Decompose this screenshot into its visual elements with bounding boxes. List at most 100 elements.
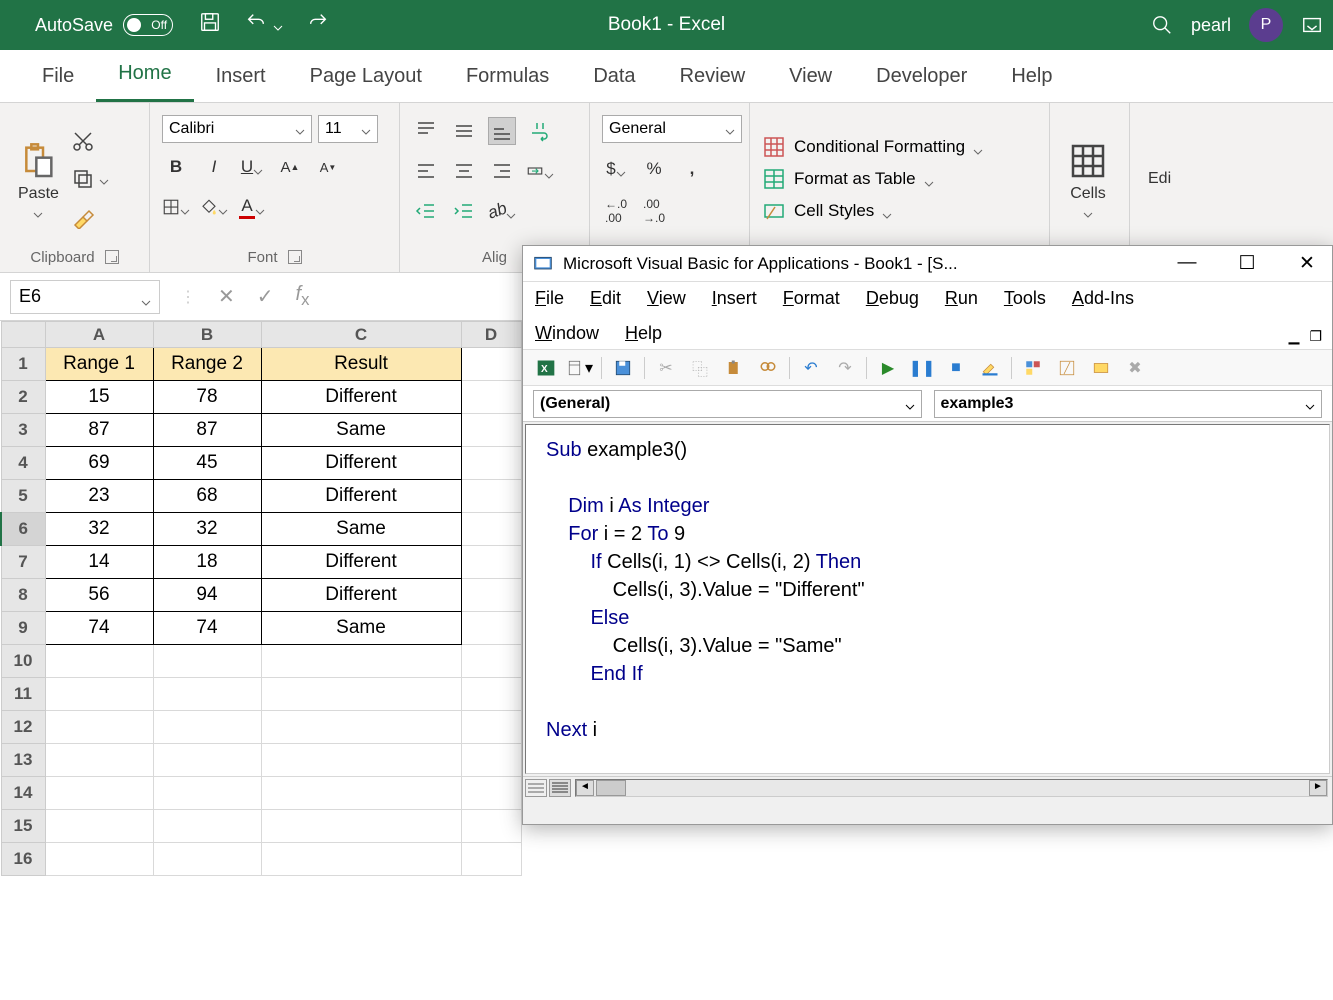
cell-B6[interactable]: 32 [153, 513, 261, 546]
vba-menu-edit[interactable]: Edit [590, 288, 621, 309]
font-launcher[interactable] [288, 250, 302, 264]
vba-menu-insert[interactable]: Insert [712, 288, 757, 309]
tab-insert[interactable]: Insert [194, 51, 288, 102]
cell-B3[interactable]: 87 [153, 414, 261, 447]
tab-home[interactable]: Home [96, 48, 193, 102]
copy-button[interactable]: ⿻ [687, 355, 713, 381]
run-button[interactable]: ▶ [875, 355, 901, 381]
row-header-1[interactable]: 1 [1, 348, 45, 381]
fill-color-button[interactable] [200, 193, 228, 221]
merge-button[interactable] [526, 157, 554, 185]
align-middle-button[interactable] [450, 117, 478, 145]
borders-button[interactable] [162, 193, 190, 221]
font-name-combo[interactable]: Calibri [162, 115, 312, 143]
col-header-C[interactable]: C [261, 322, 461, 348]
cell-A3[interactable]: 87 [45, 414, 153, 447]
underline-button[interactable]: U [238, 153, 266, 181]
tab-help[interactable]: Help [989, 51, 1074, 102]
row-header-7[interactable]: 7 [1, 546, 45, 579]
row-header-3[interactable]: 3 [1, 414, 45, 447]
cell-C7[interactable]: Different [261, 546, 461, 579]
cut-button[interactable] [71, 127, 109, 155]
row-header-9[interactable]: 9 [1, 612, 45, 645]
increase-indent-button[interactable] [450, 197, 478, 225]
mdi-restore-button[interactable]: ❐ [1309, 328, 1322, 345]
design-mode-button[interactable] [977, 355, 1003, 381]
align-top-button[interactable] [412, 117, 440, 145]
cell-B9[interactable]: 74 [153, 612, 261, 645]
cell-B4[interactable]: 45 [153, 447, 261, 480]
project-explorer-button[interactable] [1020, 355, 1046, 381]
cell-A6[interactable]: 32 [45, 513, 153, 546]
row-header-10[interactable]: 10 [1, 645, 45, 678]
cell-A2[interactable]: 15 [45, 381, 153, 414]
maximize-button[interactable]: ☐ [1232, 252, 1262, 275]
cell-A4[interactable]: 69 [45, 447, 153, 480]
tab-data[interactable]: Data [571, 51, 657, 102]
vba-titlebar[interactable]: Microsoft Visual Basic for Applications … [523, 246, 1332, 282]
tab-formulas[interactable]: Formulas [444, 51, 571, 102]
vba-object-combo[interactable]: (General) [533, 390, 922, 418]
increase-decimal-button[interactable]: ←.0.00 [602, 197, 630, 225]
tab-view[interactable]: View [767, 51, 854, 102]
cell-C9[interactable]: Same [261, 612, 461, 645]
align-center-button[interactable] [450, 157, 478, 185]
currency-button[interactable]: $ [602, 155, 630, 183]
row-header-15[interactable]: 15 [1, 810, 45, 843]
vba-menu-debug[interactable]: Debug [866, 288, 919, 309]
col-header-A[interactable]: A [45, 322, 153, 348]
cell-A9[interactable]: 74 [45, 612, 153, 645]
col-header-D[interactable]: D [461, 322, 521, 348]
italic-button[interactable]: I [200, 153, 228, 181]
vba-menu-run[interactable]: Run [945, 288, 978, 309]
tab-review[interactable]: Review [658, 51, 768, 102]
cell-C5[interactable]: Different [261, 480, 461, 513]
cells-button[interactable]: Cells [1062, 111, 1114, 246]
ribbon-options-icon[interactable] [1301, 14, 1323, 36]
stop-button[interactable]: ■ [943, 355, 969, 381]
row-header-2[interactable]: 2 [1, 381, 45, 414]
row-header-5[interactable]: 5 [1, 480, 45, 513]
conditional-formatting-button[interactable]: Conditional Formatting [762, 135, 983, 159]
cell-styles-button[interactable]: Cell Styles [762, 199, 983, 223]
decrease-indent-button[interactable] [412, 197, 440, 225]
cell-A8[interactable]: 56 [45, 579, 153, 612]
tab-developer[interactable]: Developer [854, 51, 989, 102]
copy-button[interactable] [71, 165, 109, 193]
cut-button[interactable]: ✂ [653, 355, 679, 381]
format-painter-button[interactable] [71, 203, 109, 231]
row-header-16[interactable]: 16 [1, 843, 45, 876]
row-header-12[interactable]: 12 [1, 711, 45, 744]
object-browser-button[interactable] [1088, 355, 1114, 381]
cell-C4[interactable]: Different [261, 447, 461, 480]
vba-menu-add-ins[interactable]: Add-Ins [1072, 288, 1134, 309]
vba-code-pane[interactable]: Sub example3() Dim i As Integer For i = … [525, 424, 1330, 774]
format-as-table-button[interactable]: Format as Table [762, 167, 983, 191]
align-right-button[interactable] [488, 157, 516, 185]
chevron-down-icon[interactable] [141, 292, 151, 302]
row-header-6[interactable]: 6 [1, 513, 45, 546]
comma-button[interactable]: , [678, 155, 706, 183]
row-header-13[interactable]: 13 [1, 744, 45, 777]
paste-button[interactable] [721, 355, 747, 381]
fx-button[interactable]: fx [296, 283, 310, 310]
row-header-14[interactable]: 14 [1, 777, 45, 810]
shrink-font-button[interactable]: A▼ [314, 153, 342, 181]
redo-button[interactable] [295, 11, 341, 39]
select-all-corner[interactable] [1, 322, 45, 348]
row-header-4[interactable]: 4 [1, 447, 45, 480]
row-header-8[interactable]: 8 [1, 579, 45, 612]
vba-menu-window[interactable]: Window [535, 323, 599, 344]
excel-icon[interactable]: X [533, 355, 559, 381]
cancel-formula-button[interactable]: ✕ [218, 284, 235, 309]
wrap-text-button[interactable] [526, 117, 554, 145]
cell-C8[interactable]: Different [261, 579, 461, 612]
save-button[interactable] [187, 11, 233, 39]
break-button[interactable]: ❚❚ [909, 355, 935, 381]
save-button[interactable] [610, 355, 636, 381]
cell-B5[interactable]: 68 [153, 480, 261, 513]
autosave-toggle[interactable]: Off [123, 14, 173, 36]
col-header-B[interactable]: B [153, 322, 261, 348]
vba-menu-tools[interactable]: Tools [1004, 288, 1046, 309]
clipboard-launcher[interactable] [105, 250, 119, 264]
